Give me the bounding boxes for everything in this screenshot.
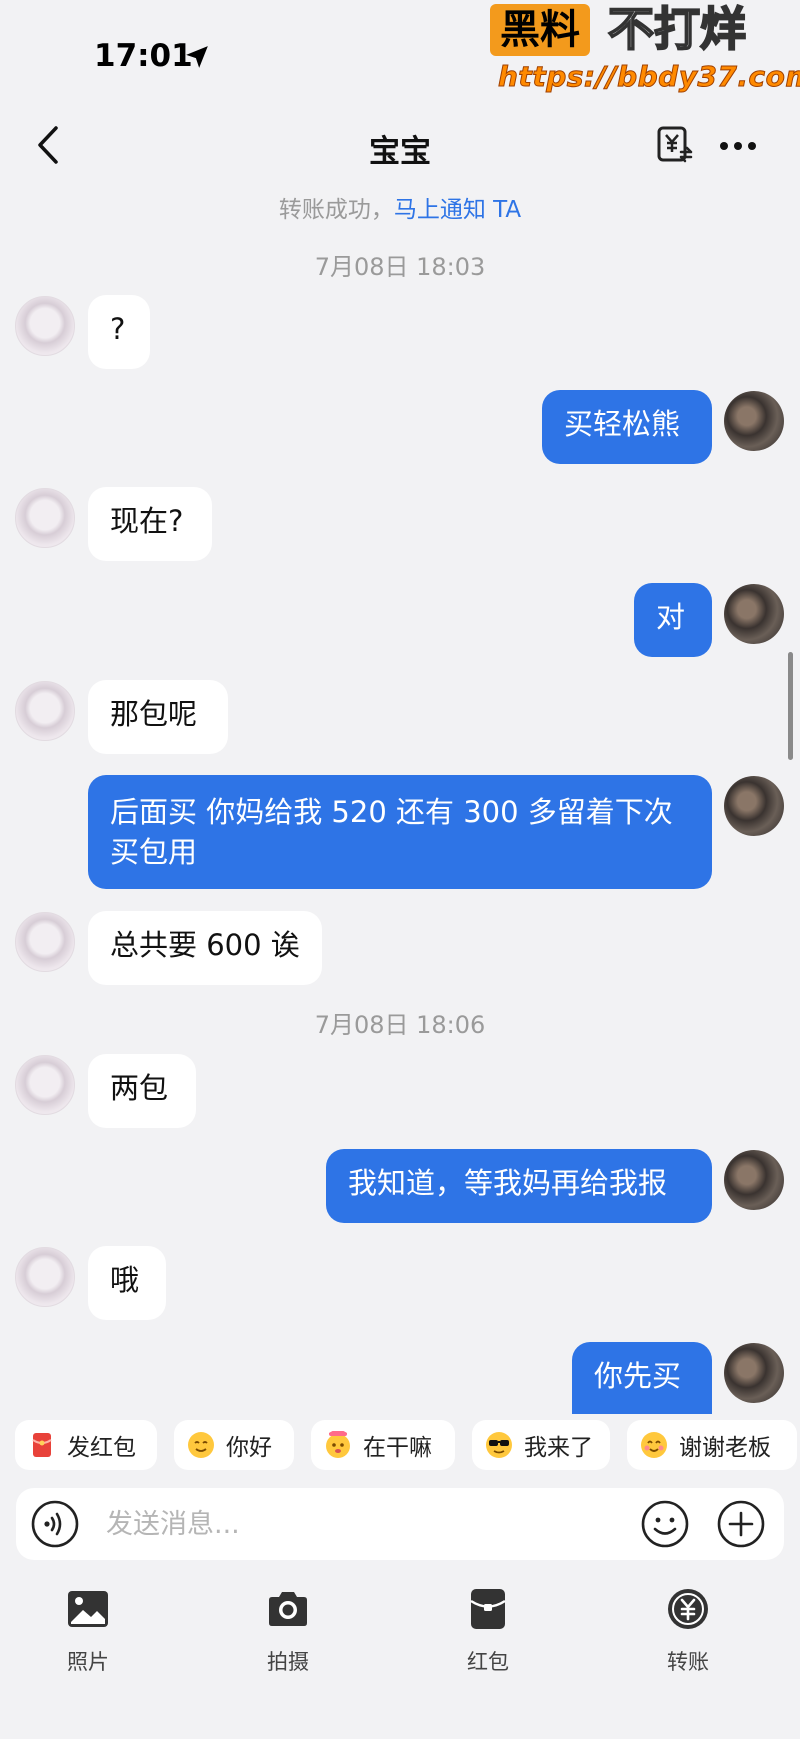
message-timestamp: 7月08日 18:06 — [314, 1011, 486, 1039]
incoming-message: ? — [88, 295, 150, 369]
outgoing-message: 对 — [634, 583, 712, 657]
more-options-icon[interactable] — [716, 126, 760, 166]
status-bar: 17:01 黑料 不打烊 https://bbdy37.com — [0, 0, 800, 110]
quick-reply-bar: 发红包 你好 在干嘛 我来了 谢谢老板 — [0, 1420, 800, 1478]
quick-reply-thanks[interactable]: 谢谢老板 — [627, 1420, 797, 1470]
outgoing-message: 后面买 你妈给我 520 还有 300 多留着下次买包用 — [88, 775, 712, 889]
contact-avatar[interactable] — [15, 1055, 75, 1115]
curious-emoji-icon — [326, 1431, 350, 1458]
voice-input-icon[interactable] — [30, 1499, 80, 1549]
photo-button[interactable]: 照片 — [38, 1580, 138, 1690]
contact-avatar[interactable] — [15, 488, 75, 548]
plus-icon[interactable] — [716, 1499, 766, 1549]
tool-label: 拍摄 — [267, 1650, 309, 1674]
chat-header: 宝宝 — [0, 110, 800, 182]
incoming-message: 总共要 600 诶 — [88, 911, 322, 985]
camera-button[interactable]: 拍摄 — [238, 1580, 338, 1690]
quick-reply-here[interactable]: 我来了 — [472, 1420, 610, 1470]
quick-reply-whatsup[interactable]: 在干嘛 — [311, 1420, 455, 1470]
outgoing-message: 我知道，等我妈再给我报 — [326, 1149, 712, 1223]
tool-label: 红包 — [467, 1650, 509, 1674]
notify-link[interactable]: 马上通知 TA — [394, 197, 521, 223]
my-avatar[interactable] — [724, 1343, 784, 1403]
location-arrow-icon — [186, 46, 208, 68]
quick-reply-label: 在干嘛 — [363, 1435, 432, 1461]
status-time: 17:01 — [94, 38, 193, 74]
transfer-success-notice: 转账成功，马上通知 TA — [0, 190, 800, 224]
emoji-icon[interactable] — [640, 1499, 690, 1549]
incoming-message: 哦 — [88, 1246, 166, 1320]
quick-reply-label: 你好 — [226, 1435, 272, 1461]
watermark-text: 不打烊 — [607, 1, 747, 57]
transfer-yuan-icon — [668, 1589, 708, 1629]
my-avatar[interactable] — [724, 584, 784, 644]
incoming-message: 现在? — [88, 487, 212, 561]
incoming-message: 两包 — [88, 1054, 196, 1128]
contact-avatar[interactable] — [15, 912, 75, 972]
quick-reply-label: 谢谢老板 — [679, 1435, 771, 1461]
scrollbar[interactable] — [788, 652, 793, 760]
quick-reply-label: 我来了 — [524, 1435, 593, 1461]
message-input-bar — [16, 1488, 784, 1560]
my-avatar[interactable] — [724, 776, 784, 836]
quick-reply-red-envelope[interactable]: 发红包 — [15, 1420, 157, 1470]
transfer-button[interactable]: 转账 — [638, 1580, 738, 1690]
red-envelope-icon — [32, 1433, 52, 1457]
thanks-emoji-icon — [641, 1432, 667, 1458]
my-avatar[interactable] — [724, 391, 784, 451]
photo-icon — [68, 1591, 108, 1627]
contact-avatar[interactable] — [15, 681, 75, 741]
transfer-shortcut-icon[interactable] — [656, 124, 694, 166]
my-avatar[interactable] — [724, 1150, 784, 1210]
watermark-badge: 黑料 — [490, 4, 590, 56]
camera-icon — [269, 1592, 307, 1626]
contact-avatar[interactable] — [15, 1247, 75, 1307]
tool-label: 转账 — [667, 1650, 709, 1674]
quick-reply-hello[interactable]: 你好 — [174, 1420, 294, 1470]
message-timestamp: 7月08日 18:03 — [314, 253, 486, 281]
outgoing-message: 你先买 — [572, 1342, 712, 1414]
tool-label: 照片 — [67, 1650, 109, 1674]
message-input[interactable] — [106, 1488, 626, 1560]
red-packet-button[interactable]: 红包 — [438, 1580, 538, 1690]
attachment-toolbar: 照片 拍摄 红包 转账 — [0, 1580, 800, 1700]
red-packet-icon — [470, 1589, 506, 1629]
sunglasses-emoji-icon — [486, 1432, 512, 1458]
notice-text: 转账成功， — [278, 197, 394, 223]
hello-emoji-icon — [188, 1432, 214, 1458]
watermark: 黑料 不打烊 https://bbdy37.com — [490, 0, 800, 100]
incoming-message: 那包呢 — [88, 680, 228, 754]
contact-avatar[interactable] — [15, 296, 75, 356]
watermark-url: https://bbdy37.com — [497, 60, 800, 94]
quick-reply-label: 发红包 — [67, 1435, 136, 1461]
outgoing-message: 买轻松熊 — [542, 390, 712, 464]
